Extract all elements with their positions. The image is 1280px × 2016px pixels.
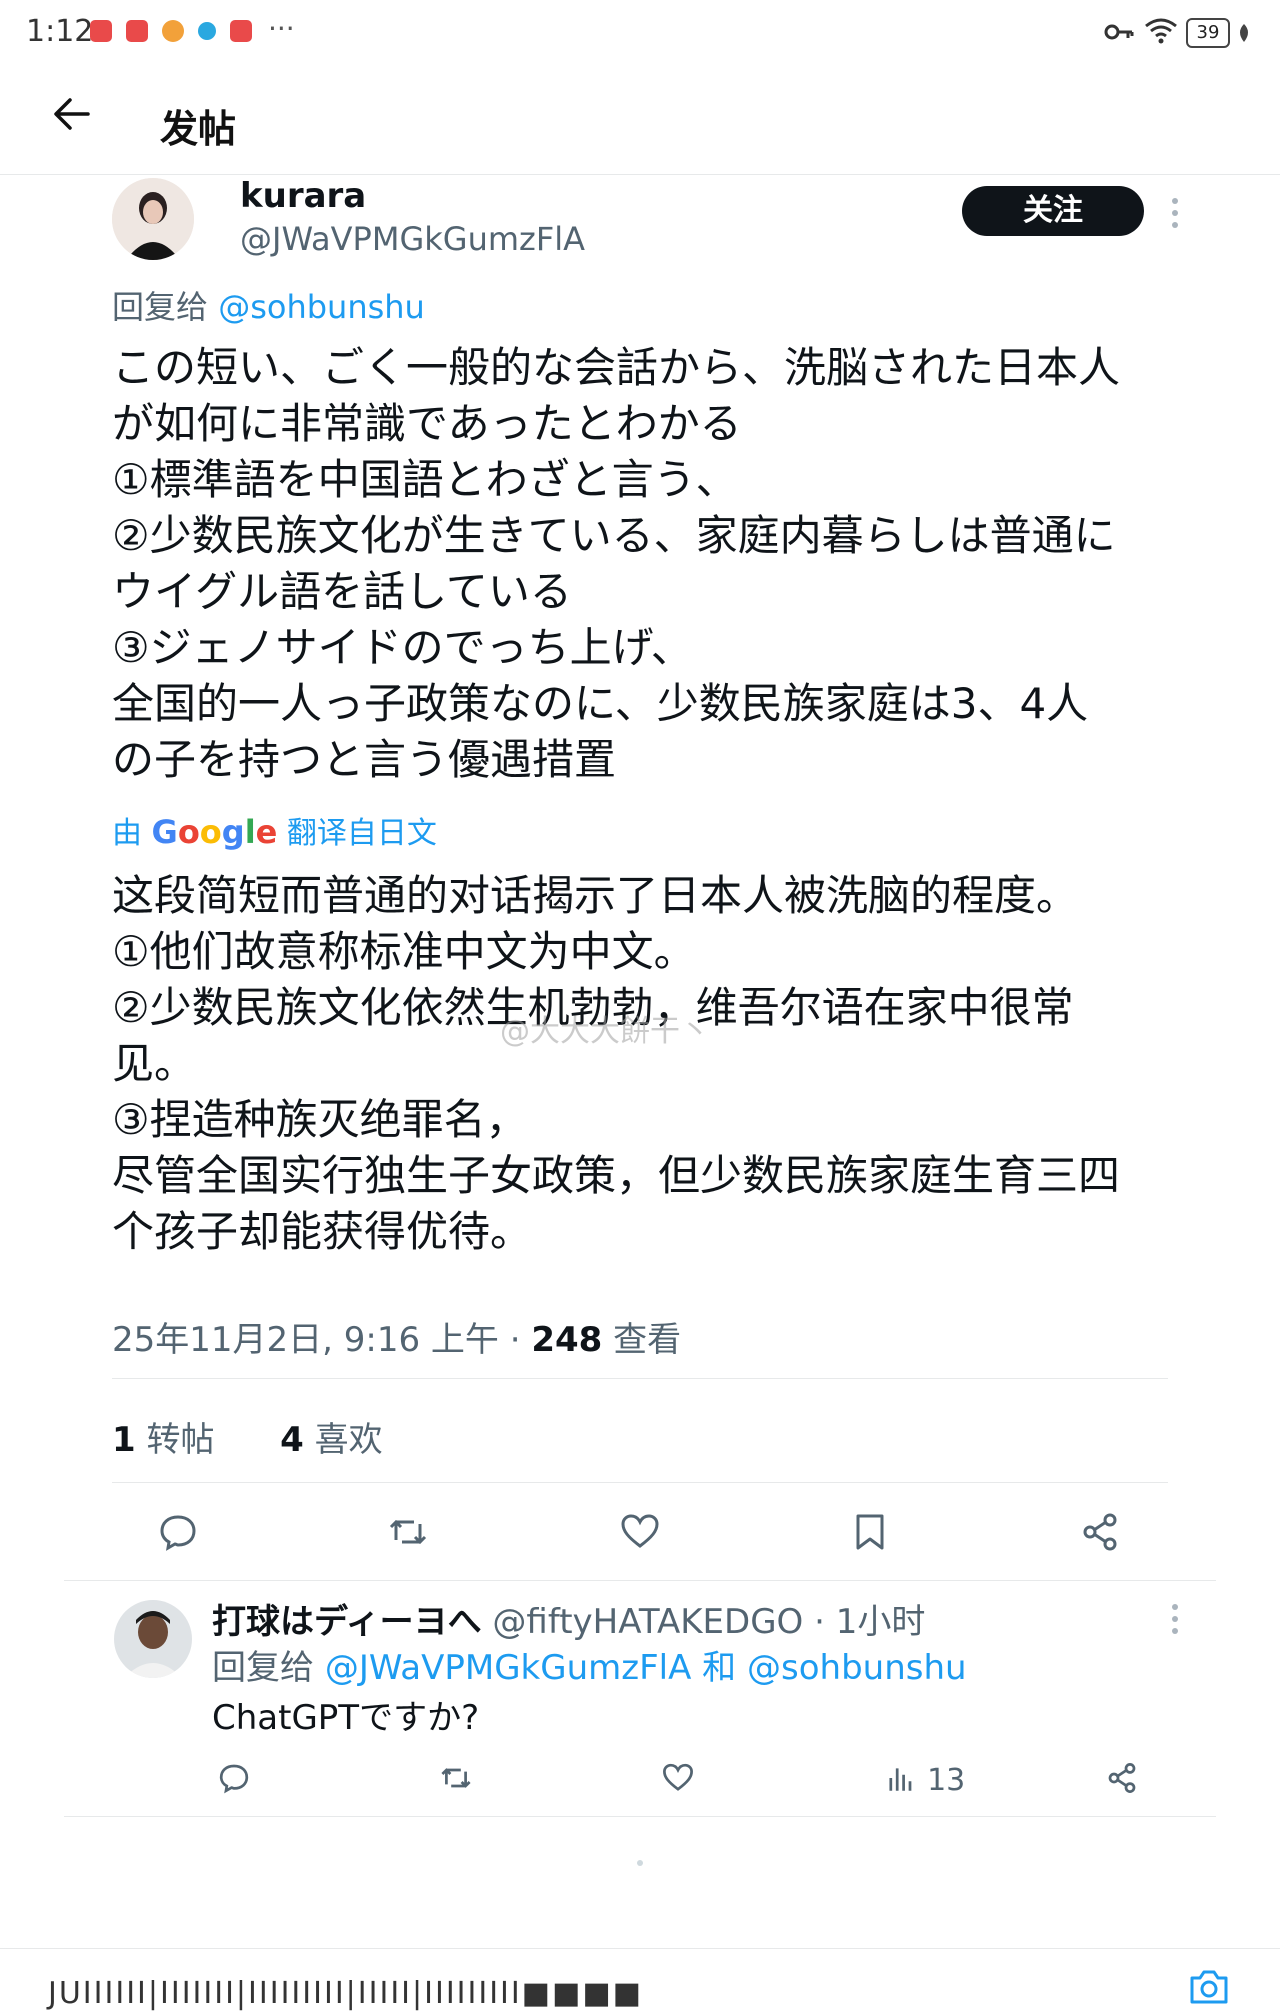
tweet-meta: 25年11月2日, 9:16 上午 · 248 查看 <box>112 1312 681 1361</box>
avatar[interactable] <box>112 178 194 260</box>
weibo-icon <box>162 20 184 42</box>
likes-stat[interactable]: 4 喜欢 <box>280 1420 382 1460</box>
reply-text: ChatGPTですか? <box>212 1698 480 1738</box>
retweet-icon[interactable] <box>388 1512 428 1552</box>
reply-more-icon[interactable] <box>1170 1602 1180 1636</box>
meta-divider <box>112 1378 1168 1379</box>
reply-author-name: 打球はディーヨへ <box>212 1602 482 1642</box>
notification-icon <box>126 20 148 42</box>
retweets-count: 1 <box>112 1420 136 1460</box>
share-icon[interactable] <box>1080 1512 1120 1552</box>
retweets-label: 转帖 <box>135 1420 215 1460</box>
more-icon[interactable] <box>1170 196 1180 230</box>
like-icon[interactable] <box>662 1762 694 1798</box>
translate-suffix: 翻译自日文 <box>286 816 437 851</box>
status-time: 1:12 <box>26 14 94 49</box>
reply-and: 和 <box>691 1648 747 1688</box>
author-handle[interactable]: @JWaVPMGkGumzFlA <box>240 220 585 258</box>
page-title: 发帖 <box>160 107 237 151</box>
reply-to-link[interactable]: @sohbunshu <box>218 288 425 326</box>
reply-to-line: 回复给 @JWaVPMGkGumzFlA 和 @sohbunshu <box>212 1640 967 1689</box>
retweet-icon[interactable] <box>440 1762 472 1798</box>
follow-button[interactable]: 关注 <box>962 186 1144 236</box>
wifi-icon <box>1144 16 1178 48</box>
notification-icon <box>198 22 216 40</box>
reply-prefix: 回复给 <box>212 1648 325 1688</box>
key-icon <box>1104 20 1134 48</box>
translation-attribution[interactable]: 由 Google 翻译自日文 <box>112 808 437 852</box>
stats-divider <box>112 1482 1168 1483</box>
back-arrow-icon[interactable] <box>52 96 92 136</box>
share-icon[interactable] <box>1106 1762 1138 1798</box>
reply-to-link-1[interactable]: @JWaVPMGkGumzFlA <box>325 1648 692 1688</box>
views-count: 248 <box>531 1320 603 1360</box>
views-count: 13 <box>927 1762 966 1798</box>
timestamp: 25年11月2日, 9:16 上午 · <box>112 1320 532 1360</box>
reply-to-link-2[interactable]: @sohbunshu <box>747 1648 967 1688</box>
views-icon <box>886 1762 918 1798</box>
reply-avatar[interactable] <box>114 1600 192 1678</box>
compose-input[interactable]: JUIIIIII|IIIIIII|IIIIIIIII|IIIII|IIIIIII… <box>48 1976 643 2011</box>
actions-divider <box>64 1580 1216 1581</box>
like-icon[interactable] <box>620 1512 660 1552</box>
loading-indicator <box>637 1860 643 1866</box>
camera-icon[interactable] <box>1188 1968 1230 2008</box>
translate-prefix: 由 <box>112 816 142 851</box>
likes-label: 喜欢 <box>303 1420 383 1460</box>
notification-icon <box>90 20 112 42</box>
reply-prefix: 回复给 <box>112 288 209 326</box>
leaf-icon <box>1236 22 1252 48</box>
reply-divider <box>64 1816 1216 1817</box>
bottom-divider <box>0 1948 1280 1949</box>
likes-count: 4 <box>280 1420 304 1460</box>
reply-author-handle: @fiftyHATAKEDGO · 1小时 <box>481 1602 926 1642</box>
tweet-stats: 1 转帖 4 喜欢 <box>112 1412 383 1461</box>
reply-to-line: 回复给 @sohbunshu <box>112 282 425 328</box>
tweet-translated-text: 这段简短而普通的对话揭示了日本人被洗脑的程度。 ①他们故意称标准中文为中文。 ②… <box>112 871 1121 1256</box>
views-label: 查看 <box>602 1320 682 1360</box>
reply-icon[interactable] <box>158 1512 198 1552</box>
reply-icon[interactable] <box>218 1762 250 1798</box>
bookmark-icon[interactable] <box>850 1512 890 1552</box>
tweet-original-text: この短い、ごく一般的な会話から、洗脳された日本人 が如何に非常識であったとわかる… <box>112 343 1121 784</box>
notification-icon <box>230 20 252 42</box>
google-logo-icon: Google <box>151 813 278 851</box>
views-stat[interactable]: 13 <box>886 1762 965 1798</box>
battery-indicator: 39 <box>1186 18 1230 48</box>
header-divider <box>0 174 1280 175</box>
watermark: @大大大餅干丶 <box>500 1014 710 1049</box>
author-name[interactable]: kurara <box>240 176 366 216</box>
more-notifications-icon: ··· <box>268 12 295 45</box>
retweets-stat[interactable]: 1 转帖 <box>112 1420 214 1460</box>
reply-author[interactable]: 打球はディーヨへ @fiftyHATAKEDGO · 1小时 <box>212 1594 925 1643</box>
